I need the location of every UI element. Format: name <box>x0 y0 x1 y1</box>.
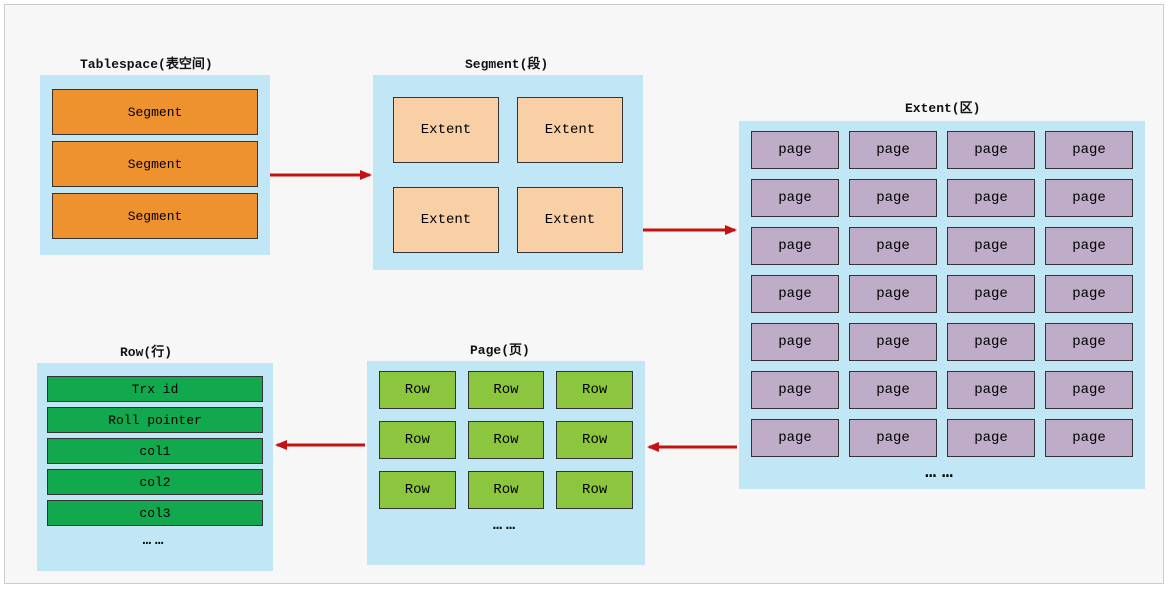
row-field-cell: Roll pointer <box>47 407 263 433</box>
segment-extent-cell: Extent <box>393 187 499 253</box>
extent-page-cell: page <box>751 419 839 457</box>
page-title: Page(页) <box>470 339 530 358</box>
extent-page-cell: page <box>751 131 839 169</box>
extent-page-cell: page <box>751 179 839 217</box>
page-row-cell: Row <box>556 371 633 409</box>
page-ellipsis: …… <box>379 509 633 534</box>
extent-page-cell: page <box>751 227 839 265</box>
extent-page-cell: page <box>947 179 1035 217</box>
extent-page-cell: page <box>849 131 937 169</box>
page-row-cell: Row <box>379 471 456 509</box>
row-field-cell: col3 <box>47 500 263 526</box>
segment-extent-cell: Extent <box>517 97 623 163</box>
page-row-cell: Row <box>468 421 545 459</box>
page-row-cell: Row <box>379 421 456 459</box>
extent-page-cell: page <box>947 131 1035 169</box>
diagram-canvas: Tablespace(表空间) Segment Segment Segment Se… <box>4 4 1164 584</box>
row-panel: Trx id Roll pointer col1 col2 col3 …… <box>37 363 273 571</box>
extent-panel: page page page page page page page page page page… <box>739 121 1145 489</box>
page-row-cell: Row <box>468 371 545 409</box>
extent-page-cell: page <box>1045 275 1133 313</box>
extent-page-cell: page <box>1045 323 1133 361</box>
extent-ellipsis: …… <box>751 457 1133 483</box>
extent-page-cell: page <box>849 419 937 457</box>
tablespace-segment-cell: Segment <box>52 141 258 187</box>
row-title: Row(行) <box>120 341 172 360</box>
extent-page-cell: page <box>849 323 937 361</box>
page-row-cell: Row <box>468 471 545 509</box>
tablespace-panel: Segment Segment Segment <box>40 75 270 255</box>
extent-page-cell: page <box>1045 371 1133 409</box>
segment-extent-cell: Extent <box>393 97 499 163</box>
extent-page-cell: page <box>751 371 839 409</box>
extent-page-cell: page <box>947 323 1035 361</box>
extent-page-cell: page <box>1045 131 1133 169</box>
segment-title: Segment(段) <box>465 53 548 72</box>
page-panel: Row Row Row Row Row Row Row Row Row …… <box>367 361 645 565</box>
extent-page-cell: page <box>947 227 1035 265</box>
extent-page-cell: page <box>751 323 839 361</box>
extent-page-cell: page <box>947 419 1035 457</box>
extent-page-cell: page <box>849 371 937 409</box>
extent-page-cell: page <box>1045 179 1133 217</box>
extent-page-cell: page <box>947 275 1035 313</box>
page-row-cell: Row <box>556 421 633 459</box>
extent-page-cell: page <box>849 179 937 217</box>
extent-page-cell: page <box>849 275 937 313</box>
tablespace-segment-cell: Segment <box>52 193 258 239</box>
extent-page-cell: page <box>1045 419 1133 457</box>
tablespace-segment-cell: Segment <box>52 89 258 135</box>
page-row-cell: Row <box>379 371 456 409</box>
extent-title: Extent(区) <box>905 97 980 116</box>
row-field-cell: col2 <box>47 469 263 495</box>
row-field-cell: col1 <box>47 438 263 464</box>
extent-page-cell: page <box>751 275 839 313</box>
row-ellipsis: …… <box>47 531 263 549</box>
extent-page-cell: page <box>1045 227 1133 265</box>
extent-page-cell: page <box>947 371 1035 409</box>
segment-panel: Extent Extent Extent Extent <box>373 75 643 270</box>
tablespace-title: Tablespace(表空间) <box>80 53 213 72</box>
row-field-cell: Trx id <box>47 376 263 402</box>
segment-extent-cell: Extent <box>517 187 623 253</box>
extent-page-cell: page <box>849 227 937 265</box>
page-row-cell: Row <box>556 471 633 509</box>
